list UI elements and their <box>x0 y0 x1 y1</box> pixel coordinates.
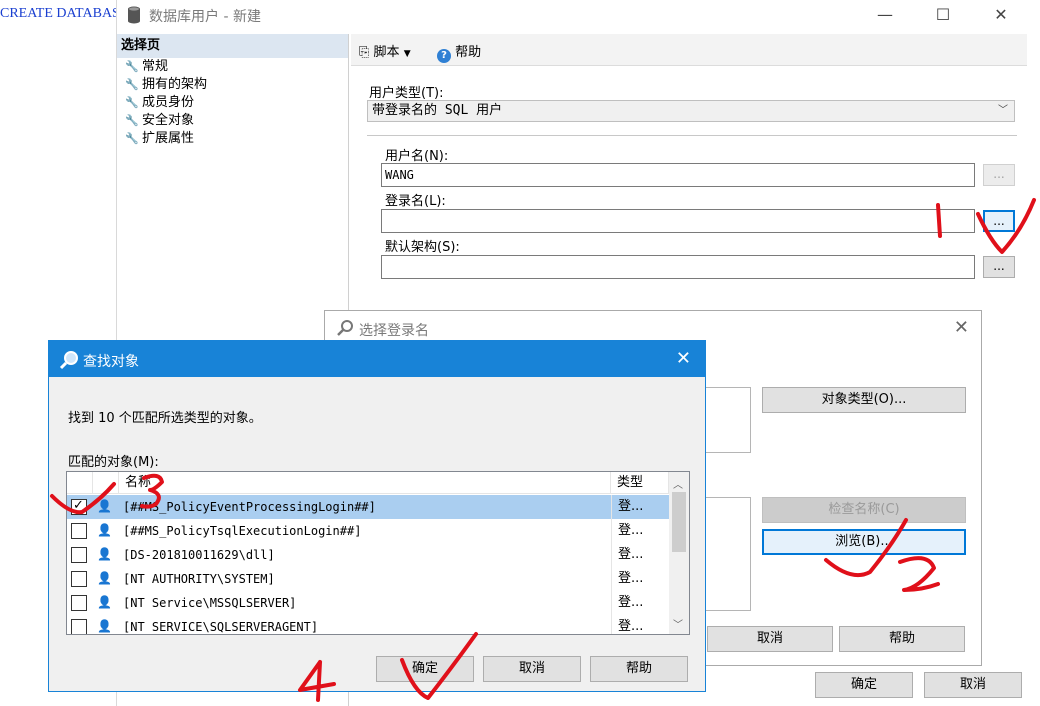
table-row[interactable]: 👤 [NT Service\MSSQLSERVER] 登... <box>67 591 669 615</box>
main-ok-button[interactable]: 确定 <box>815 672 913 698</box>
table-row[interactable]: 👤 [##MS_PolicyEventProcessingLogin##] 登... <box>67 495 669 519</box>
main-cancel-button[interactable]: 取消 <box>924 672 1022 698</box>
script-icon: ⎘ <box>359 45 370 60</box>
matched-objects-label: 匹配的对象(M): <box>68 455 159 470</box>
login-user-icon: 👤 <box>97 619 112 633</box>
row-type: 登... <box>611 519 669 543</box>
find-objects-title: 查找对象 <box>83 354 139 370</box>
row-name: [NT SERVICE\SQLSERVERAGENT] <box>123 620 319 634</box>
column-header-type[interactable]: 类型 <box>611 472 669 494</box>
table-row[interactable]: 👤 [NT AUTHORITY\SYSTEM] 登... <box>67 567 669 591</box>
find-objects-titlebar: 查找对象 ✕ <box>49 341 705 377</box>
object-names-textbox[interactable] <box>705 497 751 611</box>
default-schema-label: 默认架构(S): <box>385 240 460 255</box>
table-row[interactable]: 👤 [NT SERVICE\SQLSERVERAGENT] 登... <box>67 615 669 634</box>
wrench-icon: 🔧 <box>125 96 139 109</box>
column-header-name[interactable]: 名称 <box>119 472 611 494</box>
row-name: [##MS_PolicyEventProcessingLogin##] <box>123 500 376 514</box>
wrench-icon: 🔧 <box>125 60 139 73</box>
find-cancel-button[interactable]: 取消 <box>483 656 581 682</box>
close-icon[interactable]: ✕ <box>676 348 691 369</box>
object-types-textbox[interactable] <box>705 387 751 453</box>
row-type: 登... <box>611 567 669 591</box>
wrench-icon: 🔧 <box>125 114 139 127</box>
user-type-select[interactable]: 带登录名的 SQL 用户 ﹀ <box>367 100 1015 122</box>
search-icon <box>337 320 353 336</box>
script-button[interactable]: ⎘ 脚本 ▼ <box>359 41 411 60</box>
page-item-securables[interactable]: 🔧 安全对象 <box>117 112 348 130</box>
browse-button[interactable]: 浏览(B)... <box>762 529 966 555</box>
page-item-extended-properties[interactable]: 🔧 扩展属性 <box>117 130 348 148</box>
window-titlebar: 数据库用户 - 新建 — ☐ ✕ <box>117 0 1040 32</box>
table-row[interactable]: 👤 [##MS_PolicyTsqlExecutionLogin##] 登... <box>67 519 669 543</box>
row-name: [NT Service\MSSQLSERVER] <box>123 596 297 610</box>
row-checkbox[interactable] <box>71 619 87 634</box>
page-item-membership[interactable]: 🔧 成员身份 <box>117 94 348 112</box>
scrollbar-thumb[interactable] <box>672 492 686 552</box>
login-user-icon: 👤 <box>97 571 112 585</box>
vertical-scrollbar[interactable]: ︿ ﹀ <box>669 472 689 634</box>
toolbar: ⎘ 脚本 ▼ ? 帮助 <box>351 34 1027 66</box>
row-name: [##MS_PolicyTsqlExecutionLogin##] <box>123 524 362 538</box>
search-icon <box>59 351 78 370</box>
select-login-title: 选择登录名 <box>359 323 429 339</box>
login-user-icon: 👤 <box>97 547 112 561</box>
matched-objects-grid: 名称 类型 👤 [##MS_PolicyEventProcessingLogin#… <box>66 471 690 635</box>
found-count-text: 找到 10 个匹配所选类型的对象。 <box>68 411 262 426</box>
select-page-header: 选择页 <box>117 34 348 58</box>
chevron-down-icon: ▼ <box>403 49 411 59</box>
login-user-icon: 👤 <box>97 499 112 513</box>
row-type: 登... <box>611 615 669 634</box>
object-types-button[interactable]: 对象类型(O)... <box>762 387 966 413</box>
scroll-down-icon[interactable]: ﹀ <box>673 616 683 631</box>
select-login-help-button[interactable]: 帮助 <box>839 626 965 652</box>
editor-code-text: CREATE DATABASE <box>0 6 129 21</box>
login-input[interactable] <box>381 209 975 233</box>
grid-header: 名称 类型 <box>67 472 669 494</box>
chevron-down-icon: ﹀ <box>998 105 1008 116</box>
window-title: 数据库用户 - 新建 <box>149 9 261 25</box>
find-objects-dialog: 查找对象 ✕ 找到 10 个匹配所选类型的对象。 匹配的对象(M): 名称 类型… <box>48 340 706 692</box>
row-name: [NT AUTHORITY\SYSTEM] <box>123 572 275 586</box>
row-checkbox[interactable] <box>71 571 87 587</box>
check-names-button[interactable]: 检查名称(C) <box>762 497 966 523</box>
minimize-icon[interactable]: — <box>863 2 907 28</box>
row-type: 登... <box>611 495 669 519</box>
database-icon <box>128 6 140 24</box>
header-icon-col <box>93 472 119 494</box>
divider <box>367 135 1017 136</box>
row-checkbox[interactable] <box>71 498 87 515</box>
wrench-icon: 🔧 <box>125 78 139 91</box>
login-user-icon: 👤 <box>97 523 112 537</box>
maximize-icon[interactable]: ☐ <box>921 2 965 28</box>
login-label: 登录名(L): <box>385 194 446 209</box>
help-button[interactable]: ? 帮助 <box>437 41 481 63</box>
row-type: 登... <box>611 591 669 615</box>
close-icon[interactable]: ✕ <box>954 317 969 338</box>
page-item-owned-schemas[interactable]: 🔧 拥有的架构 <box>117 76 348 94</box>
login-browse-button[interactable]: ... <box>983 210 1015 232</box>
username-label: 用户名(N): <box>385 149 449 164</box>
username-input[interactable]: WANG <box>381 163 975 187</box>
row-checkbox[interactable] <box>71 523 87 539</box>
header-checkbox-col <box>67 472 93 494</box>
row-type: 登... <box>611 543 669 567</box>
user-type-label: 用户类型(T): <box>369 86 444 101</box>
page-item-general[interactable]: 🔧 常规 <box>117 58 348 76</box>
close-icon[interactable]: ✕ <box>979 2 1023 28</box>
help-icon: ? <box>437 49 451 63</box>
login-user-icon: 👤 <box>97 595 112 609</box>
scroll-up-icon[interactable]: ︿ <box>673 476 683 491</box>
find-help-button[interactable]: 帮助 <box>590 656 688 682</box>
table-row[interactable]: 👤 [DS-201810011629\dll] 登... <box>67 543 669 567</box>
row-name: [DS-201810011629\dll] <box>123 548 275 562</box>
username-browse-button[interactable]: ... <box>983 164 1015 186</box>
row-checkbox[interactable] <box>71 547 87 563</box>
schema-browse-button[interactable]: ... <box>983 256 1015 278</box>
wrench-icon: 🔧 <box>125 132 139 145</box>
find-ok-button[interactable]: 确定 <box>376 656 474 682</box>
default-schema-input[interactable] <box>381 255 975 279</box>
select-login-cancel-button[interactable]: 取消 <box>707 626 833 652</box>
row-checkbox[interactable] <box>71 595 87 611</box>
